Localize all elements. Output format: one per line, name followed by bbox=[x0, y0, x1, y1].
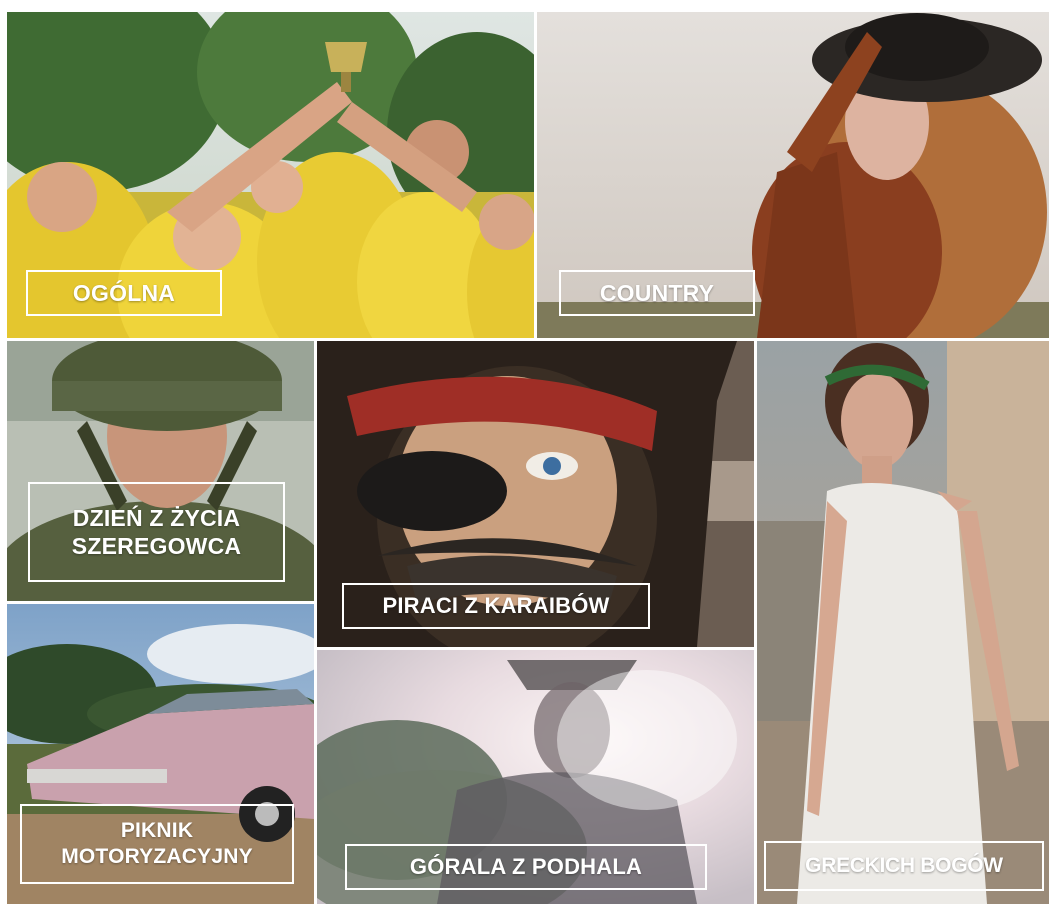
category-label: DZIEŃ Z ŻYCIA SZEREGOWCA bbox=[28, 482, 285, 582]
category-tile-ogolna[interactable]: OGÓLNA bbox=[7, 12, 534, 338]
category-label-line: GÓRALA Z PODHALA bbox=[409, 853, 643, 879]
category-label: PIRACI Z KARAIBÓW bbox=[342, 583, 650, 629]
category-label-line: MOTORYZACYJNY bbox=[61, 845, 253, 868]
category-label: GÓRALA Z PODHALA bbox=[345, 844, 707, 890]
category-label-line: PIRACI Z KARAIBÓW bbox=[382, 592, 610, 618]
category-label: GRECKICH BOGÓW bbox=[764, 841, 1044, 891]
category-label-line: SZEREGOWCA bbox=[71, 533, 242, 559]
category-label-line: GRECKICH BOGÓW bbox=[805, 854, 1003, 878]
category-tile-gorala-z-podhala[interactable]: GÓRALA Z PODHALA bbox=[317, 650, 754, 904]
category-tile-piknik-motoryzacyjny[interactable]: PIKNIK MOTORYZACYJNY bbox=[7, 604, 314, 904]
woman-in-greek-dress-photo bbox=[757, 341, 1049, 904]
category-label: COUNTRY bbox=[559, 270, 755, 316]
category-label-line: OGÓLNA bbox=[72, 279, 176, 306]
category-tile-country[interactable]: COUNTRY bbox=[537, 12, 1049, 338]
category-label-line: DZIEŃ Z ŻYCIA bbox=[72, 504, 241, 531]
category-tile-greckich-bogow[interactable]: GRECKICH BOGÓW bbox=[757, 341, 1049, 904]
category-tile-piraci-z-karaibow[interactable]: PIRACI Z KARAIBÓW bbox=[317, 341, 754, 647]
category-tile-dzien-z-zycia-szeregowca[interactable]: DZIEŃ Z ŻYCIA SZEREGOWCA bbox=[7, 341, 314, 601]
category-label-line: PIKNIK bbox=[120, 819, 194, 843]
category-label: OGÓLNA bbox=[26, 270, 222, 316]
category-label: PIKNIK MOTORYZACYJNY bbox=[20, 804, 294, 884]
category-label-line: COUNTRY bbox=[599, 279, 715, 306]
